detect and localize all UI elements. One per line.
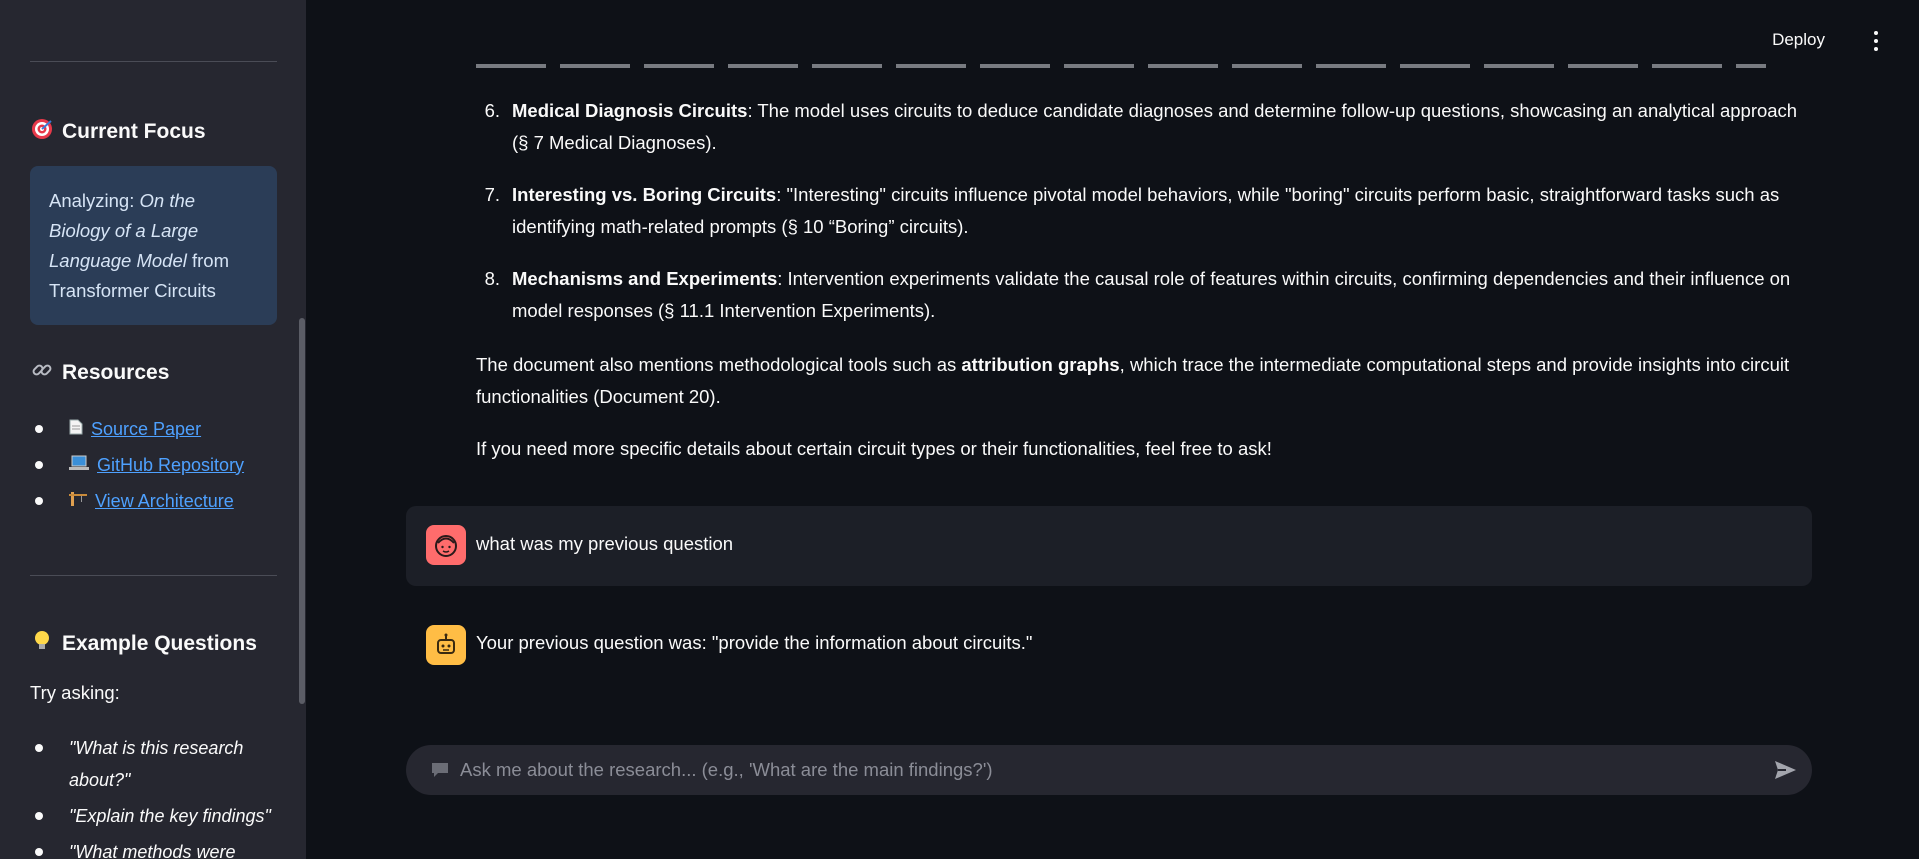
list-item: 6. Medical Diagnosis Circuits: The model… (476, 95, 1806, 159)
list-item-title: Medical Diagnosis Circuits (512, 100, 748, 121)
resource-item-architecture[interactable]: View Architecture (30, 483, 244, 519)
speech-bubble-icon (430, 761, 450, 784)
bullet (35, 425, 43, 433)
list-number: 6. (484, 100, 500, 121)
sidebar: Current Focus Analyzing: On the Biology … (0, 0, 306, 859)
focus-prefix: Analyzing: (49, 190, 140, 211)
list-number: 8. (484, 268, 500, 289)
example-question-item: "Explain the key findings" (30, 800, 277, 832)
clipped-text-line (476, 58, 1766, 70)
assistant-message-text: Your previous question was: "provide the… (476, 632, 1033, 653)
chat-input-bar (406, 745, 1812, 795)
resources-heading: Resources (30, 359, 169, 387)
answer-paragraph: The document also mentions methodologica… (476, 349, 1806, 413)
example-question-text: "What is this research about?" (69, 738, 244, 790)
bullet (35, 812, 43, 820)
view-architecture-link[interactable]: View Architecture (69, 491, 234, 512)
deploy-button[interactable]: Deploy (1772, 30, 1825, 50)
source-paper-label[interactable]: Source Paper (91, 419, 201, 439)
resource-item-github[interactable]: GitHub Repository (30, 447, 244, 483)
github-repository-label[interactable]: GitHub Repository (97, 455, 244, 475)
view-architecture-label[interactable]: View Architecture (95, 491, 234, 511)
list-item: 7. Interesting vs. Boring Circuits: "Int… (476, 179, 1806, 243)
focus-info-box: Analyzing: On the Biology of a Large Lan… (30, 166, 277, 325)
paragraph-bold: attribution graphs (961, 354, 1120, 375)
send-icon[interactable] (1772, 757, 1798, 788)
try-asking-text: Try asking: (30, 682, 120, 703)
list-item-text: Medical Diagnosis Circuits: The model us… (512, 95, 1806, 159)
bullet (35, 497, 43, 505)
link-icon (30, 359, 54, 387)
list-number: 7. (484, 184, 500, 205)
list-item-text: Interesting vs. Boring Circuits: "Intere… (512, 179, 1806, 243)
example-questions-heading: Example Questions (30, 630, 257, 658)
current-focus-label: Current Focus (62, 120, 206, 143)
resources-label: Resources (62, 361, 170, 384)
list-item-text: Mechanisms and Experiments: Intervention… (512, 263, 1806, 327)
paragraph-text: The document also mentions methodologica… (476, 354, 962, 375)
chat-input[interactable] (458, 758, 1758, 782)
resource-item-source-paper[interactable]: Source Paper (30, 411, 244, 447)
example-question-text: "Explain the key findings" (69, 806, 271, 826)
target-icon (30, 118, 54, 146)
answer-closing-paragraph: If you need more specific details about … (476, 438, 1272, 459)
sidebar-divider (30, 61, 277, 62)
github-repository-link[interactable]: GitHub Repository (69, 455, 244, 476)
example-question-text: "What methods were (69, 842, 236, 859)
bullet (35, 744, 43, 752)
example-questions-label: Example Questions (62, 632, 257, 655)
page-icon (69, 419, 83, 440)
resources-list: Source Paper GitHub Repository View Arch… (30, 411, 244, 519)
list-item-title: Mechanisms and Experiments (512, 268, 778, 289)
laptop-icon (69, 455, 89, 476)
user-avatar-icon (426, 525, 466, 565)
example-question-item: "What is this research about?" (30, 732, 277, 796)
list-item-title: Interesting vs. Boring Circuits (512, 184, 777, 205)
architecture-icon (69, 491, 87, 512)
example-questions-list: "What is this research about?" "Explain … (30, 732, 277, 859)
main-menu-icon[interactable] (1873, 31, 1879, 51)
source-paper-link[interactable]: Source Paper (69, 419, 201, 440)
user-message-text: what was my previous question (476, 533, 734, 554)
current-focus-heading: Current Focus (30, 118, 206, 146)
lightbulb-icon (30, 630, 54, 658)
assistant-avatar-icon (426, 625, 466, 665)
sidebar-scrollbar[interactable] (299, 318, 305, 704)
example-question-item: "What methods were (30, 836, 277, 859)
sidebar-divider (30, 575, 277, 576)
bullet (35, 461, 43, 469)
bullet (35, 848, 43, 856)
list-item: 8. Mechanisms and Experiments: Intervent… (476, 263, 1806, 327)
